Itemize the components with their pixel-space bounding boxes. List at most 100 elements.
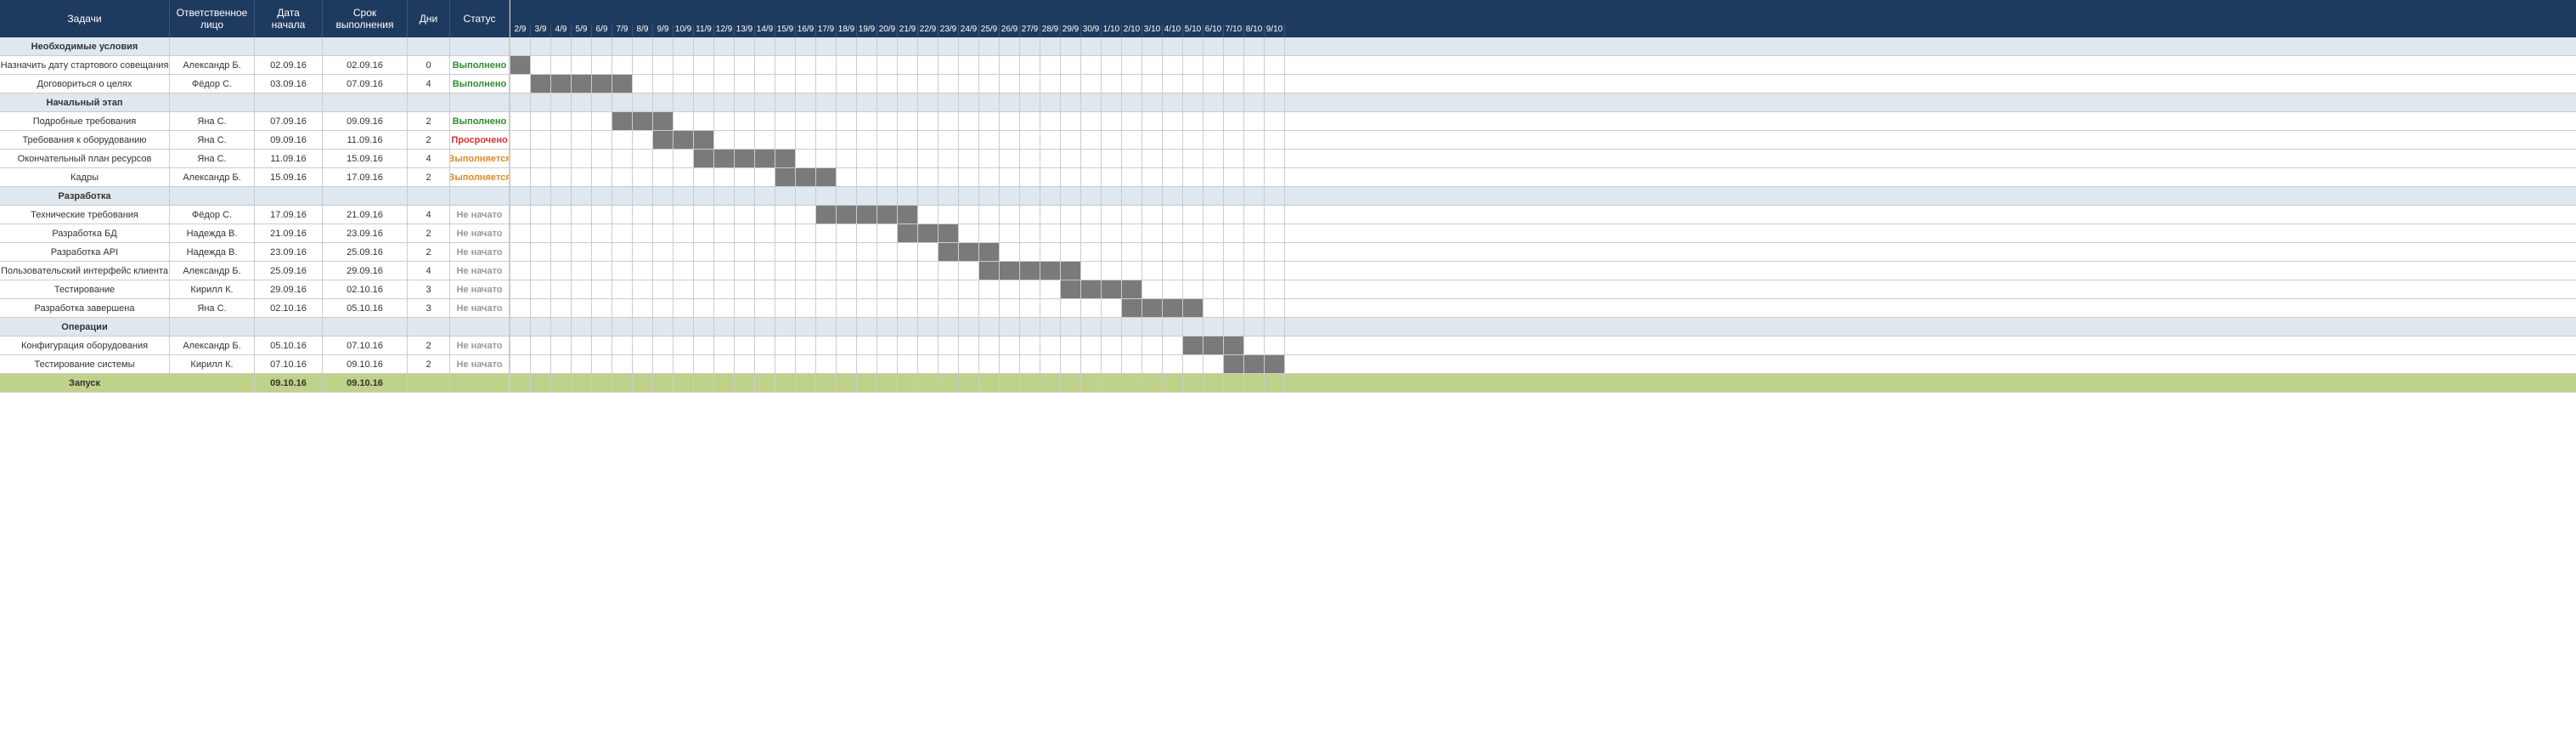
gantt-bar-cell [775,150,796,167]
timeline-cell [1061,75,1081,93]
date-header-cell: 7/9 [612,25,633,37]
timeline-cell [1040,112,1061,130]
timeline-cell [1040,206,1061,224]
timeline-cell [1040,374,1061,392]
timeline-cell [510,150,531,167]
timeline-cell [1203,131,1224,149]
timeline-cell [1000,56,1020,74]
timeline-cell [1122,224,1142,242]
date-header-cell: 10/9 [674,25,694,37]
timeline-cell [1183,224,1203,242]
timeline-cell [1142,337,1163,354]
task-row[interactable]: Требования к оборудованиюЯна С.09.09.161… [0,131,510,150]
timeline-cell [633,262,653,280]
gantt-bar-cell [979,243,1000,261]
timeline-cell [1102,131,1122,149]
cell-days: 2 [408,131,450,149]
timeline-cell [674,224,694,242]
section-row[interactable]: Начальный этап [0,93,510,112]
cell-start: 29.09.16 [255,280,323,298]
timeline-cell [531,374,551,392]
timeline-cell [898,299,918,317]
date-header-cell: 13/9 [735,25,755,37]
task-row[interactable]: Разработка БДНадежда В.21.09.1623.09.162… [0,224,510,243]
task-row[interactable]: Назначить дату стартового совещанияАлекс… [0,56,510,75]
timeline-cell [694,37,714,55]
timeline-cell [755,243,775,261]
timeline-cell [1244,150,1265,167]
timeline-cell [1142,131,1163,149]
cell-status: Не начато [450,206,510,224]
timeline-cell [551,280,572,298]
task-row[interactable]: Окончательный план ресурсовЯна С.11.09.1… [0,150,510,168]
cell-status: Выполнено [450,112,510,130]
timeline-cell [837,355,857,373]
timeline-row [510,112,2576,131]
timeline-cell [1203,355,1224,373]
date-header-cell: 5/10 [1183,25,1203,37]
timeline-cell [959,206,979,224]
timeline-cell [735,112,755,130]
task-row[interactable]: Разработка APIНадежда В.23.09.1625.09.16… [0,243,510,262]
timeline-cell [857,187,877,205]
timeline-cell [1020,206,1040,224]
timeline-cell [551,56,572,74]
cell-days [408,187,450,205]
task-row[interactable]: КадрыАлександр Б.15.09.1617.09.162Выполн… [0,168,510,187]
timeline-cell [877,150,898,167]
timeline-cell [510,131,531,149]
task-row[interactable]: Технические требованияФёдор С.17.09.1621… [0,206,510,224]
timeline-cell [898,56,918,74]
section-row[interactable]: Операции [0,318,510,337]
gantt-timeline[interactable]: 2/93/94/95/96/97/98/99/910/911/912/913/9… [510,0,2576,393]
timeline-cell [592,318,612,336]
timeline-cell [633,93,653,111]
cell-end: 07.09.16 [323,75,408,93]
timeline-cell [531,93,551,111]
cell-status [450,93,510,111]
timeline-row [510,262,2576,280]
timeline-cell [531,224,551,242]
section-row[interactable]: Необходимые условия [0,37,510,56]
timeline-cell [633,56,653,74]
task-row[interactable]: Пользовательский интерфейс клиентаАлекса… [0,262,510,280]
gantt-bar-cell [1102,280,1122,298]
timeline-cell [1102,243,1122,261]
section-row[interactable]: Разработка [0,187,510,206]
task-row[interactable]: ТестированиеКирилл К.29.09.1602.10.163Не… [0,280,510,299]
timeline-cell [877,318,898,336]
timeline-cell [633,355,653,373]
timeline-cell [837,131,857,149]
timeline-cell [979,112,1000,130]
timeline-cell [653,280,674,298]
timeline-cell [1081,243,1102,261]
timeline-cell [918,337,939,354]
task-row[interactable]: Подробные требованияЯна С.07.09.1609.09.… [0,112,510,131]
gantt-bar-cell [939,243,959,261]
gantt-bar-cell [1183,299,1203,317]
gantt-bar-cell [1061,262,1081,280]
task-row[interactable]: Конфигурация оборудованияАлександр Б.05.… [0,337,510,355]
timeline-cell [775,318,796,336]
timeline-cell [1224,206,1244,224]
timeline-cell [898,75,918,93]
task-row[interactable]: Тестирование системыКирилл К.07.10.1609.… [0,355,510,374]
timeline-cell [959,355,979,373]
task-row[interactable]: Разработка завершенаЯна С.02.10.1605.10.… [0,299,510,318]
timeline-cell [1122,37,1142,55]
gantt-bar-cell [816,168,837,186]
date-header-cell: 20/9 [877,25,898,37]
timeline-cell [816,374,837,392]
timeline-cell [755,280,775,298]
header-start: Дата начала [255,0,323,37]
timeline-cell [1244,168,1265,186]
timeline-cell [918,280,939,298]
timeline-cell [1183,131,1203,149]
task-row[interactable]: Договориться о целяхФёдор С.03.09.1607.0… [0,75,510,93]
cell-days: 2 [408,224,450,242]
timeline-cell [572,206,592,224]
timeline-cell [959,75,979,93]
timeline-cell [898,337,918,354]
launch-row[interactable]: Запуск09.10.1609.10.16 [0,374,510,393]
date-header-cell: 29/9 [1061,25,1081,37]
